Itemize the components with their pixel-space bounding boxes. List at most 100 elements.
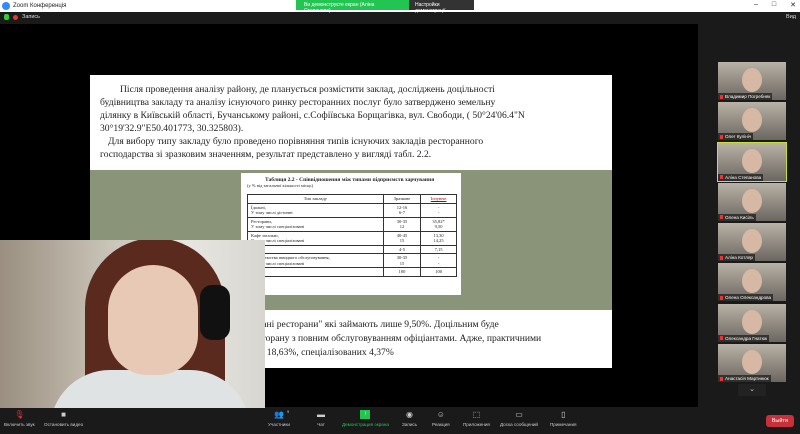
table-row: Всього100100 xyxy=(247,267,457,277)
table-cell: Кафе загальні, У тому числі спеціалізова… xyxy=(247,230,384,246)
maximize-button[interactable]: □ xyxy=(772,1,776,9)
meeting-top-bar: Запись Вид xyxy=(0,12,800,24)
participant-video xyxy=(742,309,762,334)
participant-name-tag: Анастасія Мартинюк xyxy=(718,375,771,383)
notes-label: Примечания xyxy=(550,422,577,427)
table-header-row: Тип закладу Зразкове Існуюче xyxy=(247,194,457,204)
zoom-logo-icon xyxy=(2,2,10,10)
record-icon: ◉ xyxy=(406,410,414,419)
whiteboard-label: Доска сообщений xyxy=(500,422,538,427)
chat-button[interactable]: ▬ Чат xyxy=(316,410,326,427)
table-cell: 4-5 xyxy=(382,244,422,254)
mic-muted-icon xyxy=(720,255,723,260)
participant-name-tag: Владимир Погребняк xyxy=(718,93,773,100)
share-options-button[interactable]: Настройки демонстрації ⌄ xyxy=(409,0,474,14)
data-table-image: Таблиця 2.2 - Співвідношення між типами … xyxy=(241,173,461,295)
camera-icon: ■ xyxy=(61,410,66,419)
participant-tile[interactable]: Олег Кулініч xyxy=(718,102,786,141)
participant-name-tag: Олена Олександрова xyxy=(718,294,774,302)
record-button[interactable]: ◉ Запись xyxy=(402,410,417,427)
leave-button[interactable]: Выйти xyxy=(765,415,794,427)
participant-tile[interactable]: Олександра Гнатюк xyxy=(718,303,786,342)
participant-name: Олександра Гнатюк xyxy=(725,335,768,341)
participant-tile[interactable]: Олена Олександрова xyxy=(718,263,786,302)
apps-button[interactable]: ⬚ Приложения xyxy=(463,410,490,427)
participant-tile[interactable]: Анастасія Мартинюк xyxy=(718,344,786,383)
participant-video xyxy=(742,188,762,213)
share-screen-icon: ↑ xyxy=(360,410,371,419)
participant-name-tag: Олег Кулініч xyxy=(718,133,754,141)
mute-button[interactable]: 🎙 Включить звук xyxy=(4,410,35,427)
notes-button[interactable]: ▯ Примечания xyxy=(550,410,577,427)
share-screen-button[interactable]: ↑ Демонстрация экрана xyxy=(342,410,389,427)
table-subcaption: (у % від загальної кількості місць) xyxy=(247,183,313,188)
participants-icon: 👥 xyxy=(273,410,284,419)
mic-muted-icon xyxy=(720,175,723,180)
record-label: Запись xyxy=(22,14,41,20)
participant-name-tag: Аліна Степанова xyxy=(718,173,764,181)
text-line: 30°19'32.9"E50.401773, 30.325803). xyxy=(100,123,244,134)
apps-label: Приложения xyxy=(463,422,490,427)
text-line: будівництва закладу та аналізу існуючого… xyxy=(100,97,496,108)
participant-video xyxy=(742,269,762,294)
view-button[interactable]: Вид xyxy=(786,14,796,20)
table-cell: Підприємства швидкого обслуговування, У … xyxy=(247,253,384,268)
paragraph-2: Для вибору типу закладу було проведено п… xyxy=(100,135,483,161)
gallery-scroll-down-icon[interactable]: ⌄ xyxy=(738,384,766,397)
table-cell: 35,82* 9,50 xyxy=(420,216,457,232)
table-cell: Всього xyxy=(247,267,384,277)
table-row: Бари4-57,15 xyxy=(247,244,457,254)
participant-name: Анастасія Мартинюк xyxy=(725,376,769,382)
presenter-face xyxy=(108,265,198,375)
table-row: Їдальні, У тому числі дієтичні 12-16 6-7-… xyxy=(247,202,457,218)
notes-icon: ▯ xyxy=(561,410,566,419)
participant-name: Олена Кисіль xyxy=(725,214,754,220)
table-cell: Їдальні, У тому числі дієтичні xyxy=(247,202,384,218)
participants-count: 9 xyxy=(287,409,290,414)
mic-muted-icon xyxy=(720,336,723,341)
text-line: Для вибору типу закладу було проведено п… xyxy=(108,136,484,147)
participant-name: Олена Олександрова xyxy=(725,295,772,301)
share-banner: Ви демонструєте екран (Аліна Степанова) … xyxy=(296,0,474,14)
table-cell: Бари xyxy=(247,244,384,254)
apps-icon: ⬚ xyxy=(472,410,481,419)
text-line: господарства зі зразковим значенням, рез… xyxy=(100,149,432,160)
shield-icon xyxy=(4,14,9,20)
table-cell: 30-35 12 xyxy=(382,216,422,232)
share-label: Демонстрация экрана xyxy=(342,422,389,427)
sharing-status: Ви демонструєте екран (Аліна Степанова) xyxy=(296,0,409,14)
table-cell: - - xyxy=(420,202,457,218)
participant-video xyxy=(742,68,762,92)
column-header: Існуюче xyxy=(420,194,457,204)
participant-tile[interactable]: Аліна Степанова xyxy=(717,141,787,182)
participant-name-tag: Олександра Гнатюк xyxy=(718,334,770,342)
paragraph-1: Після проведення аналізу району, де план… xyxy=(100,83,525,135)
mic-muted-icon xyxy=(720,376,723,381)
close-button[interactable]: ✕ xyxy=(790,1,796,9)
mic-muted-icon xyxy=(720,215,723,220)
video-button[interactable]: ■ Остановить видео xyxy=(44,410,83,427)
column-header: Тип закладу xyxy=(247,194,384,204)
chat-label: Чат xyxy=(317,422,325,427)
participant-name-tag: Аліна Котляр xyxy=(718,254,755,262)
participant-name: Аліна Котляр xyxy=(725,255,753,261)
window-title: Zoom Конференція xyxy=(13,3,67,9)
table-cell: 40-45 15 xyxy=(382,230,422,246)
whiteboard-button[interactable]: ▭ Доска сообщений xyxy=(500,410,538,427)
participant-name-tag: Олена Кисіль xyxy=(718,213,756,221)
recording-indicator: Запись xyxy=(4,14,40,20)
table-cell: 13,30 14,25 xyxy=(420,230,457,246)
column-header: Зразкове xyxy=(382,194,422,204)
table-cell: Ресторани, У тому числі спеціалізовані xyxy=(247,216,384,232)
table-row: Підприємства швидкого обслуговування, У … xyxy=(247,253,457,268)
participant-tile[interactable]: Владимир Погребняк xyxy=(718,62,786,100)
minimize-button[interactable]: – xyxy=(754,1,758,9)
participant-tile[interactable]: Олена Кисіль xyxy=(718,182,786,221)
video-label: Остановить видео xyxy=(44,422,84,427)
table-cell: 12-16 6-7 xyxy=(382,202,422,218)
participant-name: Владимир Погребняк xyxy=(725,94,771,99)
reaction-icon: ☺ xyxy=(436,410,445,419)
reactions-label: Реакция xyxy=(432,422,450,427)
participant-tile[interactable]: Аліна Котляр xyxy=(718,223,786,262)
reactions-button[interactable]: ☺ Реакция xyxy=(432,410,450,427)
